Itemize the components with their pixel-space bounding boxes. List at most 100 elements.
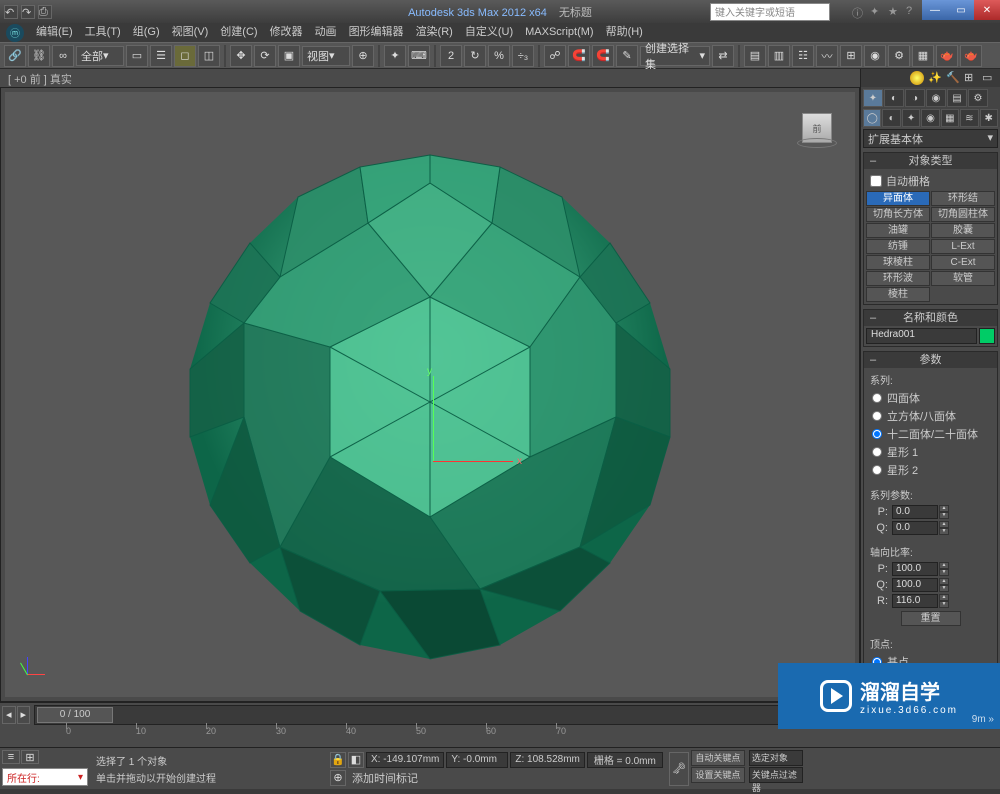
render-prod-icon[interactable]: 🫖 (960, 45, 982, 67)
window-close-button[interactable]: ✕ (974, 0, 1000, 20)
menu-anim[interactable]: 动画 (309, 23, 343, 42)
menu-create[interactable]: 创建(C) (214, 23, 263, 42)
time-ruler[interactable]: 0 10 20 30 40 50 60 70 (0, 726, 1000, 747)
rollout-object-type[interactable]: –对象类型 (864, 153, 997, 169)
snap2d-icon[interactable]: 2 (440, 45, 462, 67)
qat-icon[interactable]: ↷ (21, 5, 35, 19)
window-maximize-button[interactable]: ▭ (948, 0, 974, 20)
info-icon[interactable]: ⓘ (852, 5, 866, 19)
time-slider-handle[interactable]: 0 / 100 (37, 707, 113, 723)
sun-icon[interactable] (910, 71, 924, 85)
menu-maxscript[interactable]: MAXScript(M) (519, 23, 599, 42)
family-cubeocta-radio[interactable] (872, 411, 882, 421)
geometry-subtab-icon[interactable]: ◯ (863, 109, 881, 127)
family-dodeca-radio[interactable] (872, 429, 882, 439)
prism-button[interactable]: 棱柱 (866, 287, 930, 302)
chamfercyl-button[interactable]: 切角圆柱体 (931, 207, 995, 222)
help-search-input[interactable]: 键入关键字或短语 (710, 3, 830, 21)
time-left-icon[interactable]: ◂ (2, 706, 16, 724)
select-name-icon[interactable]: ☰ (150, 45, 172, 67)
timetag-icon[interactable]: ⊕ (330, 770, 346, 786)
listener-icon[interactable]: ⊞ (21, 750, 39, 764)
viewport-label[interactable]: [ +0 前 ] 真实 (0, 69, 860, 87)
hedra-button[interactable]: 异面体 (866, 191, 930, 206)
app-menu-icon[interactable]: ⓜ (6, 24, 24, 42)
scale-icon[interactable]: ▣ (278, 45, 300, 67)
viewport[interactable]: x y 前 (0, 87, 860, 702)
comm-icon[interactable]: ✦ (870, 5, 884, 19)
settings-icon[interactable]: ⊞ (964, 71, 978, 85)
menu-help[interactable]: 帮助(H) (600, 23, 649, 42)
create-tab-icon[interactable]: ✦ (863, 89, 883, 107)
named-selection-select[interactable]: 创建选择集 ▾ (640, 46, 710, 66)
wand-icon[interactable]: ✨ (928, 71, 942, 85)
schematic-icon[interactable]: ⊞ (840, 45, 862, 67)
cameras-subtab-icon[interactable]: ◉ (921, 109, 939, 127)
spinner-snap-icon[interactable]: ÷₃ (512, 45, 534, 67)
display-icon[interactable]: ▭ (982, 71, 996, 85)
magnet-icon[interactable]: 🧲 (568, 45, 590, 67)
material-editor-icon[interactable]: ◉ (864, 45, 886, 67)
hose-button[interactable]: 软管 (931, 271, 995, 286)
time-right-icon[interactable]: ▸ (17, 706, 31, 724)
ringwave-button[interactable]: 环形波 (866, 271, 930, 286)
coord-y[interactable]: Y: -0.0mm (446, 752, 508, 768)
display-tab-icon[interactable]: ▤ (947, 89, 967, 107)
hammer-icon[interactable]: 🔨 (946, 71, 960, 85)
layer-select[interactable]: 所在行:▾ (2, 768, 88, 786)
keymode-icon[interactable]: ⌨ (408, 45, 430, 67)
lext-button[interactable]: L-Ext (931, 239, 995, 254)
setkey-button[interactable]: 设置关键点 (691, 767, 745, 783)
layers-icon[interactable]: ▥ (768, 45, 790, 67)
isolate-icon[interactable]: ◧ (348, 752, 364, 768)
curve-editor-icon[interactable]: 〰 (816, 45, 838, 67)
spindle-button[interactable]: 纺锤 (866, 239, 930, 254)
qat-icon[interactable]: ⎙ (38, 5, 52, 19)
wire-icon[interactable]: ☍ (544, 45, 566, 67)
key-icon[interactable]: 🗝 (669, 752, 689, 786)
render-setup-icon[interactable]: ⚙ (888, 45, 910, 67)
menu-group[interactable]: 组(G) (127, 23, 166, 42)
menu-views[interactable]: 视图(V) (166, 23, 215, 42)
window-crossing-icon[interactable]: ◫ (198, 45, 220, 67)
magnet2-icon[interactable]: 🧲 (592, 45, 614, 67)
selected-objects-select[interactable]: 选定对象 (749, 750, 803, 766)
helpers-subtab-icon[interactable]: ▦ (941, 109, 959, 127)
auto-grid-checkbox[interactable] (870, 175, 882, 187)
menu-grapheditors[interactable]: 图形编辑器 (343, 23, 410, 42)
hierarchy-tab-icon[interactable]: ◑ (905, 89, 925, 107)
motion-tab-icon[interactable]: ◉ (926, 89, 946, 107)
systems-subtab-icon[interactable]: ✱ (980, 109, 998, 127)
align-icon[interactable]: ▤ (744, 45, 766, 67)
menu-render[interactable]: 渲染(R) (410, 23, 459, 42)
viewcube[interactable]: 前 (795, 106, 839, 150)
category-select[interactable]: 扩展基本体▾ (863, 129, 998, 148)
graphite-icon[interactable]: ☷ (792, 45, 814, 67)
menu-modifiers[interactable]: 修改器 (264, 23, 309, 42)
capsule-button[interactable]: 胶囊 (931, 223, 995, 238)
ratio-p-spinner[interactable]: 100.0 (892, 562, 938, 576)
space-warps-subtab-icon[interactable]: ≋ (960, 109, 978, 127)
key-filter-select[interactable]: 关键点过滤器 (749, 767, 803, 783)
ref-coord-select[interactable]: 视图 ▾ (302, 46, 350, 66)
torusknot-button[interactable]: 环形结 (931, 191, 995, 206)
shapes-subtab-icon[interactable]: ◐ (882, 109, 900, 127)
modify-tab-icon[interactable]: ◐ (884, 89, 904, 107)
selection-filter-select[interactable]: 全部 ▾ (76, 46, 124, 66)
autokey-button[interactable]: 自动关键点 (691, 750, 745, 766)
menu-tools[interactable]: 工具(T) (79, 23, 127, 42)
lights-subtab-icon[interactable]: ✦ (902, 109, 920, 127)
edit-icon[interactable]: ✎ (616, 45, 638, 67)
move-icon[interactable]: ✥ (230, 45, 252, 67)
rollout-params[interactable]: –参数 (864, 352, 997, 368)
star-icon[interactable]: ★ (888, 5, 902, 19)
q-spinner[interactable]: 0.0 (892, 521, 938, 535)
pivot-icon[interactable]: ⊕ (352, 45, 374, 67)
link-icon[interactable]: 🔗 (4, 45, 26, 67)
object-color-swatch[interactable] (979, 328, 995, 344)
menu-edit[interactable]: 编辑(E) (30, 23, 79, 42)
manip-icon[interactable]: ✦ (384, 45, 406, 67)
mirror-icon[interactable]: ⇄ (712, 45, 734, 67)
unlink-icon[interactable]: ⛓ (28, 45, 50, 67)
oiltank-button[interactable]: 油罐 (866, 223, 930, 238)
